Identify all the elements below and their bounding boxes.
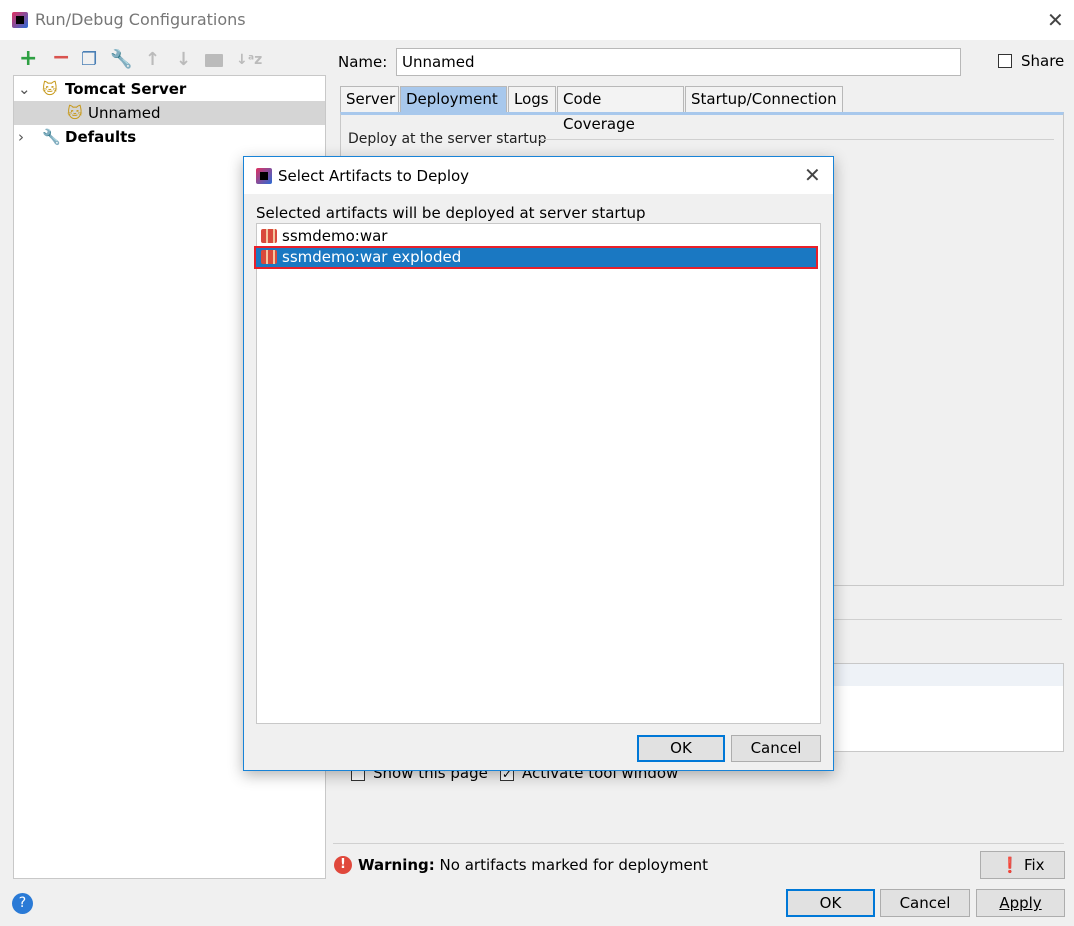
divider — [539, 139, 1054, 140]
artifact-item[interactable]: ssmdemo:war — [257, 225, 820, 247]
share-checkbox[interactable] — [998, 54, 1012, 68]
fix-label: Fix — [1023, 856, 1045, 874]
dialog-title-bar: Select Artifacts to Deploy ✕ — [244, 157, 833, 194]
tree-item-defaults[interactable]: › 🔧 Defaults — [14, 125, 325, 149]
title-bar: Run/Debug Configurations ✕ — [0, 0, 1074, 40]
sort-icon[interactable]: ↓ᵃz — [236, 52, 262, 68]
close-icon[interactable]: ✕ — [804, 163, 821, 187]
fix-button[interactable]: ❗ Fix — [980, 851, 1065, 879]
move-down-icon[interactable]: ↓ — [176, 49, 191, 70]
select-artifacts-dialog: Select Artifacts to Deploy ✕ Selected ar… — [243, 156, 834, 771]
tab-deployment[interactable]: Deployment — [400, 86, 507, 112]
dialog-cancel-button[interactable]: Cancel — [731, 735, 821, 762]
divider — [333, 843, 1064, 844]
warning-message: Warning: No artifacts marked for deploym… — [358, 856, 708, 874]
close-icon[interactable]: ✕ — [1047, 8, 1064, 32]
tab-startup-connection[interactable]: Startup/Connection — [685, 86, 843, 112]
apply-button[interactable]: Apply — [976, 889, 1065, 917]
ok-button[interactable]: OK — [786, 889, 875, 917]
artifact-list[interactable]: ssmdemo:war ssmdemo:war exploded — [254, 223, 821, 724]
dialog-ok-button[interactable]: OK — [637, 735, 725, 762]
window-title: Run/Debug Configurations — [35, 10, 246, 29]
copy-icon[interactable]: ❐ — [81, 49, 97, 70]
edit-defaults-icon[interactable]: 🔧 — [110, 49, 132, 70]
name-label: Name: — [338, 53, 388, 71]
tab-server[interactable]: Server — [340, 86, 399, 112]
warning-text: No artifacts marked for deployment — [439, 856, 709, 874]
warning-bold: Warning: — [358, 856, 435, 874]
cancel-button[interactable]: Cancel — [880, 889, 970, 917]
war-exploded-artifact-icon — [261, 250, 277, 264]
tree-item-tomcat-server[interactable]: ⌄ 🐱 Tomcat Server — [14, 77, 325, 101]
tab-logs[interactable]: Logs — [508, 86, 556, 112]
share-label: Share — [1021, 52, 1065, 70]
wrench-icon: 🔧 — [42, 128, 61, 146]
warning-icon: ! — [334, 856, 352, 874]
chevron-down-icon[interactable]: ⌄ — [18, 77, 31, 101]
artifact-item-selected[interactable]: ssmdemo:war exploded — [254, 246, 818, 269]
intellij-icon — [12, 12, 28, 28]
intellij-icon — [256, 168, 272, 184]
tomcat-icon: 🐱 — [42, 80, 58, 98]
tree-item-unnamed[interactable]: 🐱 Unnamed — [14, 101, 325, 125]
help-icon[interactable]: ? — [12, 893, 33, 914]
chevron-right-icon[interactable]: › — [18, 125, 24, 149]
bulb-icon: ❗ — [1000, 856, 1020, 874]
dialog-title: Select Artifacts to Deploy — [278, 167, 470, 185]
tab-code-coverage[interactable]: Code Coverage — [557, 86, 684, 133]
deploy-section-label: Deploy at the server startup — [348, 131, 547, 147]
name-input[interactable]: Unnamed — [396, 48, 961, 76]
dialog-description: Selected artifacts will be deployed at s… — [256, 204, 646, 222]
tomcat-error-icon: 🐱 — [67, 104, 83, 122]
move-up-icon[interactable]: ↑ — [145, 49, 160, 70]
add-icon[interactable]: + — [19, 46, 37, 71]
folder-icon[interactable] — [205, 54, 223, 67]
remove-icon[interactable]: − — [52, 45, 70, 70]
war-artifact-icon — [261, 229, 277, 243]
